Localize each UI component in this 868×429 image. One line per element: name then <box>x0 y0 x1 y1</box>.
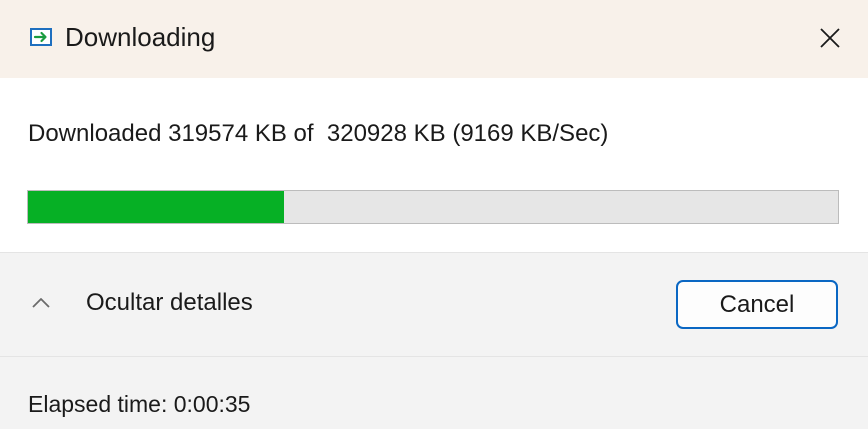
hide-details-toggle[interactable]: Ocultar detalles <box>30 281 253 325</box>
download-panel: Downloaded 319574 KB of 320928 KB (9169 … <box>0 78 868 252</box>
title-bar: Downloading <box>0 0 868 78</box>
download-progress-bar <box>27 190 839 224</box>
cancel-button[interactable]: Cancel <box>676 280 838 329</box>
close-button[interactable] <box>810 16 850 60</box>
elapsed-time: Elapsed time: 0:00:35 <box>28 391 251 417</box>
download-arrow-icon <box>30 28 52 46</box>
details-bar: Ocultar detalles Cancel <box>0 252 868 357</box>
progress-fill <box>28 191 284 223</box>
close-icon[interactable] <box>819 27 841 49</box>
download-arrow-glyph <box>33 31 47 43</box>
hide-details-label: Ocultar detalles <box>86 289 253 316</box>
download-status-text: Downloaded 319574 KB of 320928 KB (9169 … <box>28 120 609 147</box>
window-title: Downloading <box>65 22 216 52</box>
chevron-up-icon <box>32 298 50 308</box>
details-section: Elapsed time: 0:00:35 <box>0 357 868 429</box>
